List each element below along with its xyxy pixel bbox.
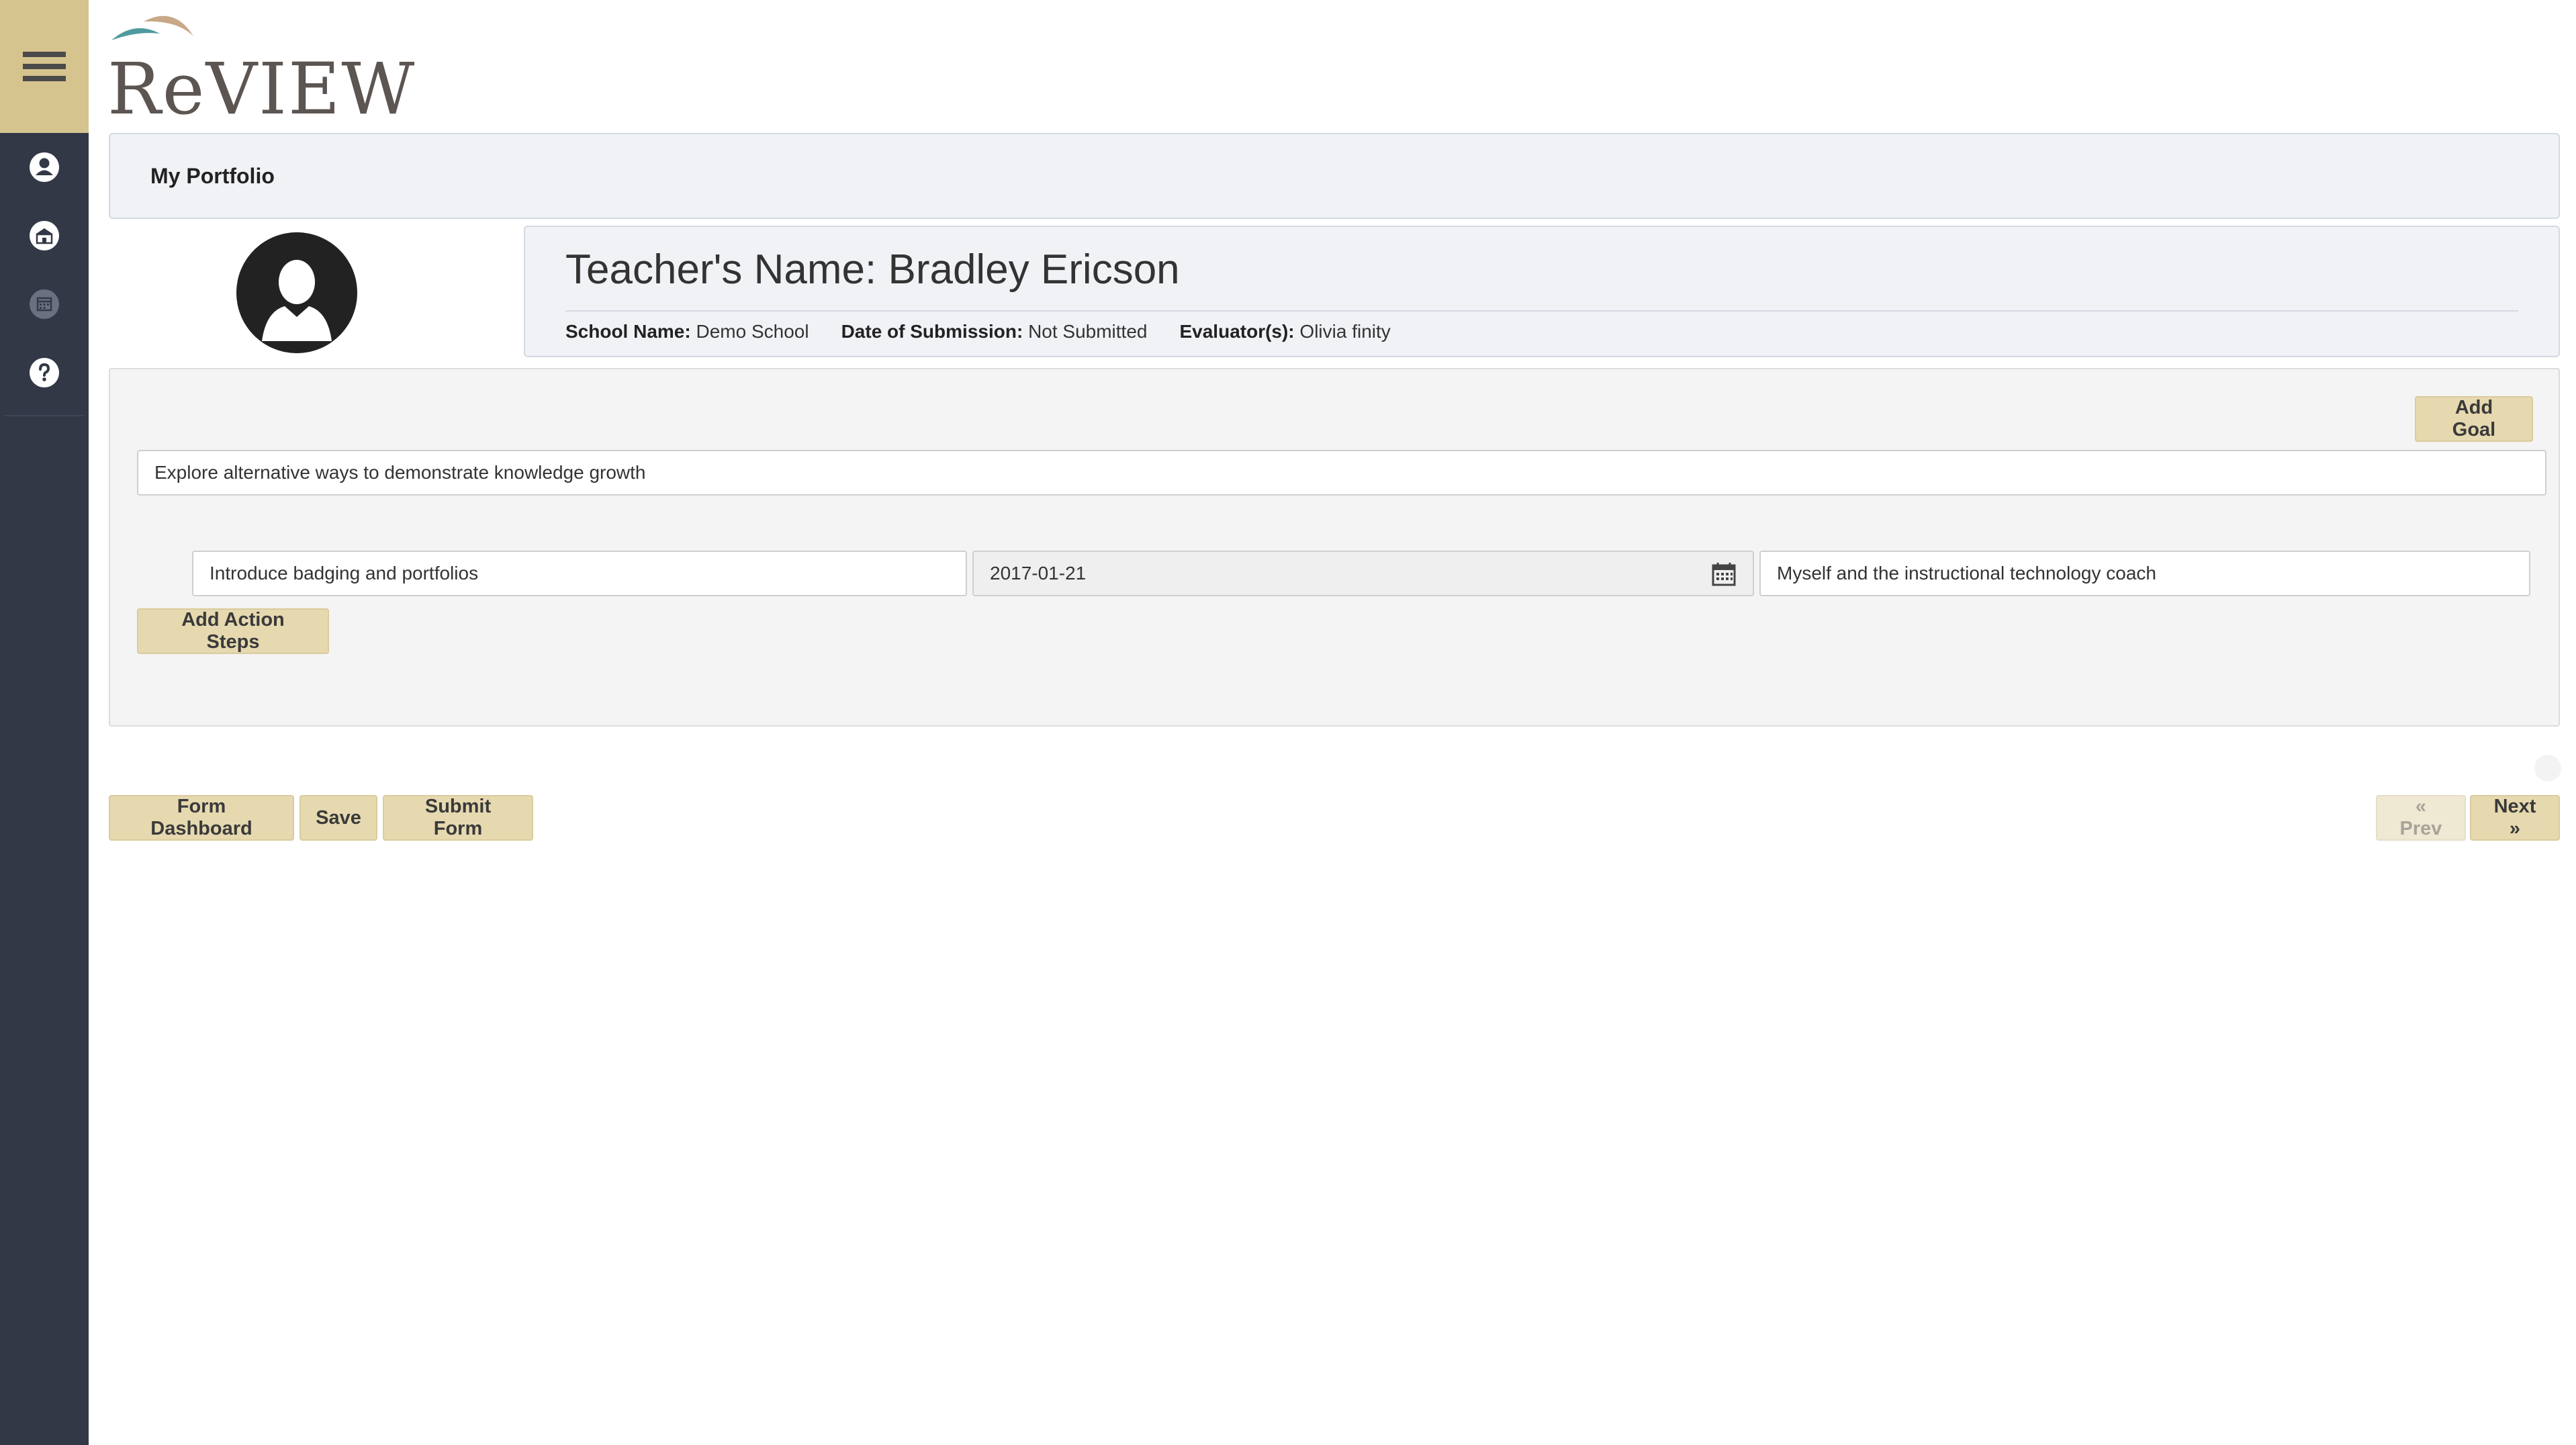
building-icon: [30, 221, 59, 250]
school-label: School Name:: [565, 321, 691, 342]
action-step-description-input[interactable]: [192, 551, 967, 596]
help-icon: [30, 358, 59, 387]
sidebar-item-calendar[interactable]: [0, 270, 89, 338]
sidebar-item-profile[interactable]: [0, 133, 89, 201]
evaluator-info: Evaluator(s): Olivia finity: [1179, 321, 1390, 342]
school-info: School Name: Demo School: [565, 321, 809, 342]
add-action-steps-button[interactable]: Add Action Steps: [137, 608, 329, 654]
evaluator-value: Olivia finity: [1299, 321, 1391, 342]
menu-toggle-button[interactable]: [0, 0, 89, 133]
loading-indicator: [2534, 755, 2561, 782]
sidebar-divider: [4, 415, 85, 416]
hamburger-icon: [23, 52, 66, 81]
logo-swoosh-icon: [111, 15, 193, 40]
next-button[interactable]: Next »: [2470, 795, 2560, 841]
submission-date-value: Not Submitted: [1028, 321, 1148, 342]
teacher-meta: School Name: Demo School Date of Submiss…: [565, 321, 1391, 342]
prev-button[interactable]: « Prev: [2376, 795, 2466, 841]
teacher-name-heading: Teacher's Name: Bradley Ericson: [565, 246, 1180, 293]
sidebar: [0, 0, 89, 1445]
sidebar-item-help[interactable]: [0, 338, 89, 407]
teacher-info-panel: Teacher's Name: Bradley Ericson School N…: [524, 226, 2560, 357]
logo-text: ReVIEW: [107, 48, 416, 130]
person-silhouette-icon: [236, 232, 357, 353]
calendar-icon: [30, 289, 59, 319]
submit-form-button[interactable]: Submit Form: [383, 795, 533, 841]
action-step-responsible-input[interactable]: [1759, 551, 2530, 596]
portfolio-header: My Portfolio: [109, 133, 2560, 219]
sidebar-nav: [0, 133, 89, 407]
divider: [565, 310, 2518, 312]
action-step-date-input[interactable]: [972, 551, 1754, 596]
goal-text-input[interactable]: [137, 450, 2546, 496]
goals-panel: Add Goal Add Action Steps: [109, 368, 2560, 727]
add-goal-button[interactable]: Add Goal: [2415, 396, 2533, 442]
page: ReVIEW My Portfolio Teacher's Name: Brad…: [0, 0, 2576, 1445]
sidebar-item-school[interactable]: [0, 201, 89, 270]
review-logo: ReVIEW: [107, 4, 414, 125]
submission-date-label: Date of Submission:: [841, 321, 1023, 342]
calendar-picker-icon[interactable]: [1711, 561, 1737, 587]
form-dashboard-button[interactable]: Form Dashboard: [109, 795, 294, 841]
page-title: My Portfolio: [150, 163, 275, 188]
school-value: Demo School: [696, 321, 809, 342]
evaluator-label: Evaluator(s):: [1179, 321, 1295, 342]
submission-date-info: Date of Submission: Not Submitted: [841, 321, 1148, 342]
user-icon: [30, 152, 59, 182]
avatar: [236, 232, 357, 353]
save-button[interactable]: Save: [300, 795, 377, 841]
